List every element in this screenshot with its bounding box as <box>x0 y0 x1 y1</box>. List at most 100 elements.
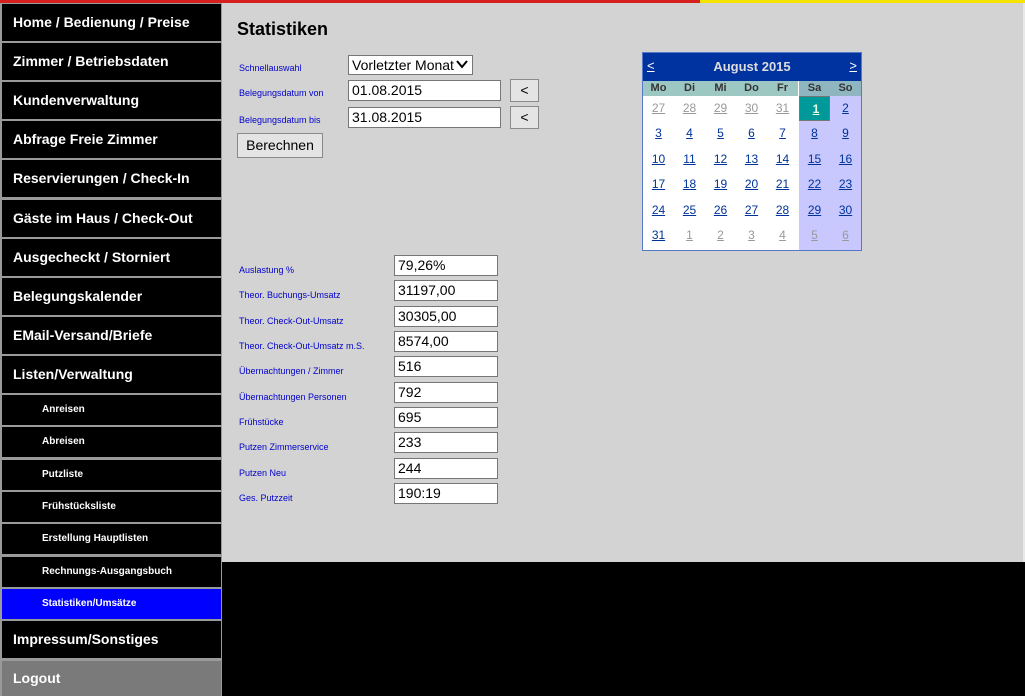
weekday-label: Fr <box>767 81 798 96</box>
calendar-day[interactable]: 4 <box>674 121 705 146</box>
calendar-day[interactable]: 5 <box>799 223 830 248</box>
nav-home[interactable]: Home / Bedienung / Preise <box>2 4 221 41</box>
stat-value-field[interactable]: 244 <box>394 458 498 479</box>
stat-value-field[interactable]: 30305,00 <box>394 306 498 327</box>
calendar-day[interactable]: 31 <box>767 96 798 121</box>
calendar-day[interactable]: 27 <box>643 96 674 121</box>
nav-gaeste-im-haus[interactable]: Gäste im Haus / Check-Out <box>2 200 221 237</box>
main-content: Statistiken Schnellauswahl Vorletzter Mo… <box>222 3 1023 562</box>
nav-sub-putzliste[interactable]: Putzliste <box>2 460 221 490</box>
calendar-day[interactable]: 18 <box>674 172 705 197</box>
nav-email-versand[interactable]: EMail-Versand/Briefe <box>2 317 221 354</box>
calendar-day[interactable]: 6 <box>736 121 767 146</box>
calendar-day[interactable]: 21 <box>767 172 798 197</box>
stat-value-field[interactable]: 792 <box>394 382 498 403</box>
chevron-down-icon <box>456 57 468 76</box>
stat-label: Ges. Putzzeit <box>239 493 293 503</box>
calendar-day[interactable]: 30 <box>830 198 861 223</box>
calendar-day[interactable]: 14 <box>767 147 798 172</box>
calendar-day[interactable]: 30 <box>736 96 767 121</box>
calendar-day[interactable]: 7 <box>767 121 798 146</box>
calendar-day[interactable]: 19 <box>705 172 736 197</box>
calendar-day[interactable]: 1 <box>674 223 705 248</box>
belegungsdatum-von-input[interactable]: 01.08.2015 <box>348 80 501 101</box>
nav-belegungskalender[interactable]: Belegungskalender <box>2 278 221 315</box>
weekday-label: Sa <box>799 81 830 96</box>
weekday-label: Mi <box>705 81 736 96</box>
calendar-next-link[interactable]: > <box>849 58 857 73</box>
stat-value-field[interactable]: 79,26% <box>394 255 498 276</box>
calendar-day[interactable]: 26 <box>705 198 736 223</box>
weekday-label: Mo <box>643 81 674 96</box>
calendar-day[interactable]: 31 <box>643 223 674 248</box>
stat-value-field[interactable]: 233 <box>394 432 498 453</box>
weekday-label: So <box>830 81 861 96</box>
nav-sub-fruehstuecksliste[interactable]: Frühstücksliste <box>2 492 221 522</box>
berechnen-button[interactable]: Berechnen <box>237 133 323 158</box>
calendar-day[interactable]: 3 <box>736 223 767 248</box>
calendar-day[interactable]: 13 <box>736 147 767 172</box>
calendar-day[interactable]: 6 <box>830 223 861 248</box>
calendar-day[interactable]: 16 <box>830 147 861 172</box>
nav-ausgecheckt[interactable]: Ausgecheckt / Storniert <box>2 239 221 276</box>
weekday-label: Di <box>674 81 705 96</box>
calendar-day[interactable]: 11 <box>674 147 705 172</box>
nav-sub-rechnungs-ausgangsbuch[interactable]: Rechnungs-Ausgangsbuch <box>2 557 221 587</box>
belegungsdatum-bis-input[interactable]: 31.08.2015 <box>348 107 501 128</box>
calendar-day[interactable]: 29 <box>799 198 830 223</box>
calendar-day[interactable]: 28 <box>674 96 705 121</box>
stat-label: Theor. Buchungs-Umsatz <box>239 290 341 300</box>
schnellauswahl-label: Schnellauswahl <box>239 63 302 73</box>
nav-sub-statistiken[interactable]: Statistiken/Umsätze <box>2 589 221 619</box>
calendar-day[interactable]: 10 <box>643 147 674 172</box>
calendar-day[interactable]: 4 <box>767 223 798 248</box>
stat-value-field[interactable]: 31197,00 <box>394 280 498 301</box>
nav-impressum[interactable]: Impressum/Sonstiges <box>2 621 221 658</box>
calendar-day[interactable]: 3 <box>643 121 674 146</box>
calendar-day[interactable]: 29 <box>705 96 736 121</box>
nav-sub-abreisen[interactable]: Abreisen <box>2 427 221 457</box>
calendar-day[interactable]: 23 <box>830 172 861 197</box>
calendar-day[interactable]: 2 <box>830 96 861 121</box>
calendar-day[interactable]: 28 <box>767 198 798 223</box>
calendar-day[interactable]: 12 <box>705 147 736 172</box>
stat-label: Putzen Zimmerservice <box>239 442 329 452</box>
calendar-day[interactable]: 8 <box>799 121 830 146</box>
calendar-day[interactable]: 15 <box>799 147 830 172</box>
calendar-day[interactable]: 27 <box>736 198 767 223</box>
nav-freie-zimmer[interactable]: Abfrage Freie Zimmer <box>2 121 221 158</box>
stat-value-field[interactable]: 695 <box>394 407 498 428</box>
bis-picker-button[interactable]: < <box>510 106 539 129</box>
page-title: Statistiken <box>237 19 329 39</box>
calendar-header: < August 2015 > <box>643 53 861 81</box>
stat-label: Übernachtungen Personen <box>239 392 347 402</box>
stat-value-field[interactable]: 190:19 <box>394 483 498 504</box>
calendar-day[interactable]: 25 <box>674 198 705 223</box>
stat-value-field[interactable]: 8574,00 <box>394 331 498 352</box>
calendar-day[interactable]: 2 <box>705 223 736 248</box>
stat-label: Theor. Check-Out-Umsatz m.S. <box>239 341 365 351</box>
weekday-label: Do <box>736 81 767 96</box>
calendar-day[interactable]: 22 <box>799 172 830 197</box>
stat-value-field[interactable]: 516 <box>394 356 498 377</box>
nav-logout[interactable]: Logout <box>2 661 221 696</box>
calendar-day[interactable]: 17 <box>643 172 674 197</box>
schnellauswahl-select[interactable]: Vorletzter Monat <box>348 55 473 75</box>
nav-reservierungen[interactable]: Reservierungen / Check-In <box>2 160 221 197</box>
stat-label: Übernachtungen / Zimmer <box>239 366 344 376</box>
stat-label: Frühstücke <box>239 417 284 427</box>
calendar-day[interactable]: 1 <box>799 96 830 121</box>
stat-label: Theor. Check-Out-Umsatz <box>239 316 344 326</box>
stat-label: Auslastung % <box>239 265 295 275</box>
date-calendar: < August 2015 > Mo Di Mi Do Fr Sa So 27 2… <box>642 52 862 251</box>
nav-sub-hauptlisten[interactable]: Erstellung Hauptlisten <box>2 524 221 554</box>
calendar-day[interactable]: 24 <box>643 198 674 223</box>
nav-zimmer[interactable]: Zimmer / Betriebsdaten <box>2 43 221 80</box>
calendar-day[interactable]: 20 <box>736 172 767 197</box>
calendar-day[interactable]: 9 <box>830 121 861 146</box>
nav-listen-verwaltung[interactable]: Listen/Verwaltung <box>2 356 221 393</box>
calendar-day[interactable]: 5 <box>705 121 736 146</box>
von-picker-button[interactable]: < <box>510 79 539 102</box>
nav-kundenverwaltung[interactable]: Kundenverwaltung <box>2 82 221 119</box>
nav-sub-anreisen[interactable]: Anreisen <box>2 395 221 425</box>
